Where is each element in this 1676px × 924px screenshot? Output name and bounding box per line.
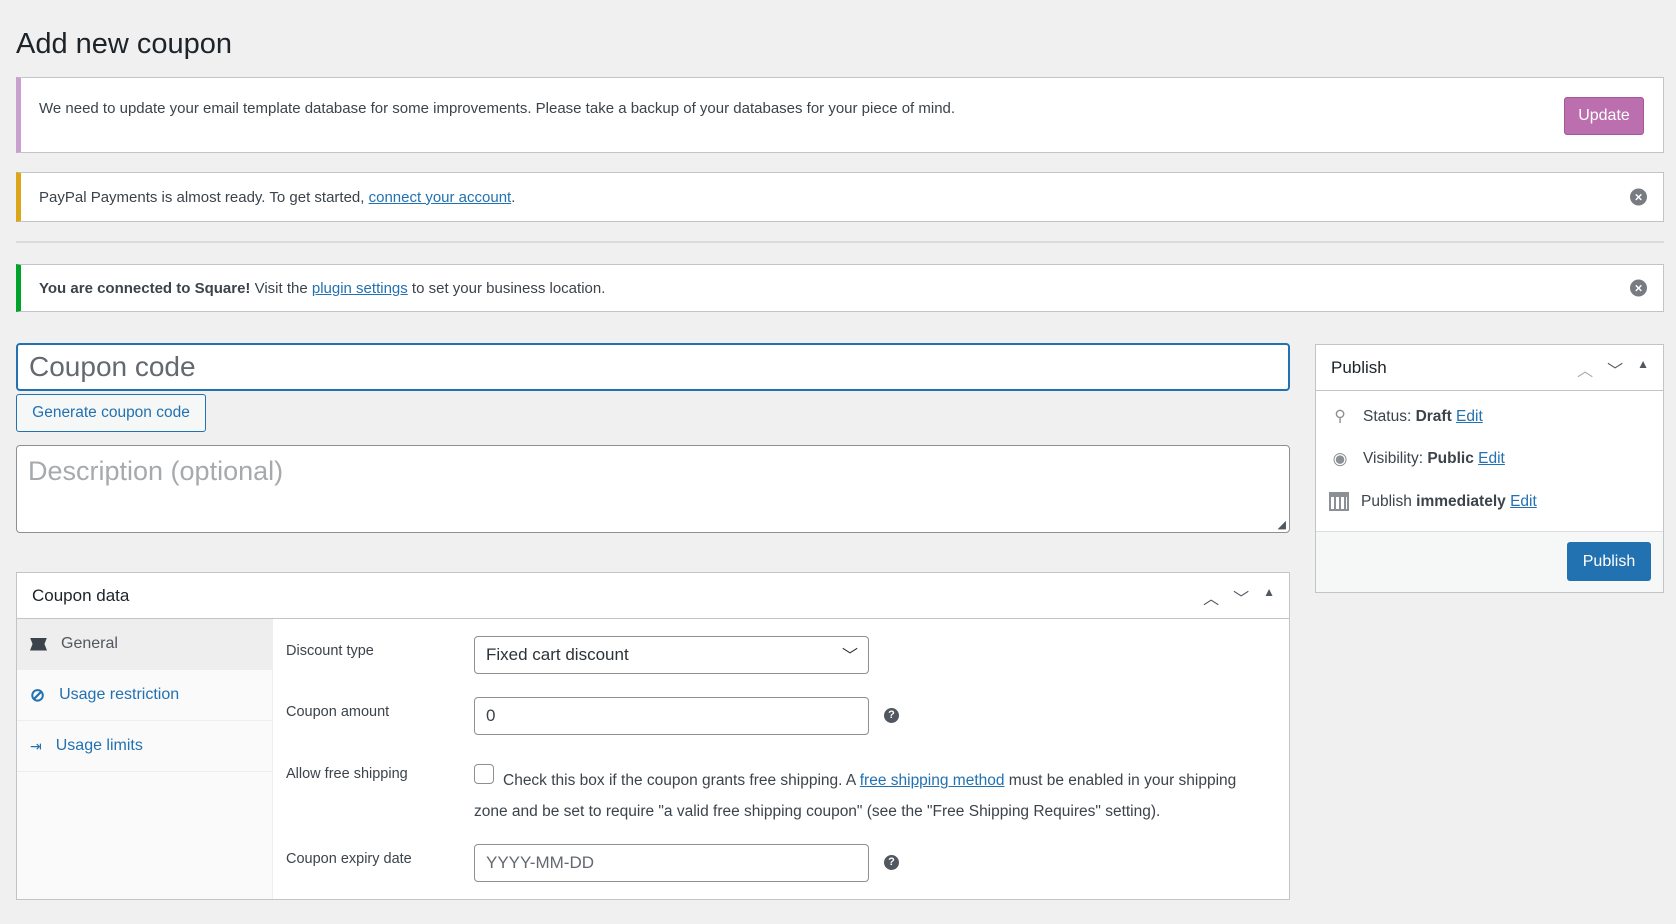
notice-text: PayPal Payments is almost ready. To get … — [39, 188, 516, 206]
coupon-code-input[interactable]: Coupon code — [16, 343, 1290, 391]
coupon-amount-input[interactable]: 0 — [474, 697, 869, 735]
help-icon[interactable]: ? — [884, 708, 899, 723]
square-notice: You are connected to Square! Visit the p… — [16, 264, 1664, 312]
discount-type-label: Discount type — [286, 643, 374, 659]
notice-text: We need to update your email template da… — [39, 100, 956, 117]
tab-general[interactable]: General — [17, 619, 272, 670]
panel-title: Coupon data — [32, 585, 130, 605]
expiry-date-label: Coupon expiry date — [286, 851, 412, 867]
visibility-row: ◉ Visibility: Public Edit — [1329, 449, 1505, 469]
separator — [16, 241, 1664, 243]
panel-title: Publish — [1331, 357, 1387, 377]
tab-usage-restriction[interactable]: ⊘ Usage restriction — [17, 670, 272, 721]
publish-header: Publish ︿ ﹀ ▲ — [1316, 345, 1663, 391]
description-textarea[interactable]: Description (optional) ◢ — [16, 445, 1290, 533]
calendar-icon — [1329, 492, 1349, 511]
toggle-panel-icon[interactable]: ▲ — [1637, 357, 1649, 381]
edit-status-link[interactable]: Edit — [1456, 408, 1483, 425]
status-row: ⚲ Status: Draft Edit — [1329, 407, 1483, 426]
chevron-down-icon: ﹀ — [841, 648, 858, 665]
page-title: Add new coupon — [16, 28, 233, 60]
eye-icon: ◉ — [1332, 449, 1348, 468]
move-down-icon[interactable]: ﹀ — [1233, 585, 1249, 609]
arrows-in-icon: ⇥ — [30, 737, 42, 754]
ticket-icon — [30, 637, 47, 651]
paypal-notice: PayPal Payments is almost ready. To get … — [16, 172, 1664, 222]
connect-account-link[interactable]: connect your account — [369, 189, 512, 206]
update-button[interactable]: Update — [1564, 97, 1644, 135]
publish-button[interactable]: Publish — [1567, 542, 1651, 581]
free-shipping-label: Allow free shipping — [286, 766, 408, 782]
help-icon[interactable]: ? — [884, 855, 899, 870]
move-up-icon[interactable]: ︿ — [1577, 357, 1593, 381]
notice-text: You are connected to Square! Visit the p… — [39, 279, 606, 297]
discount-type-select[interactable]: Fixed cart discount ﹀ — [474, 636, 869, 674]
dismiss-icon[interactable]: × — [1630, 279, 1647, 297]
coupon-data-header: Coupon data ︿ ﹀ ▲ — [17, 573, 1289, 619]
move-up-icon[interactable]: ︿ — [1203, 585, 1219, 609]
resize-handle-icon[interactable]: ◢ — [1278, 518, 1286, 531]
coupon-data-tabs: General ⊘ Usage restriction ⇥ Usage limits — [17, 619, 273, 899]
toggle-panel-icon[interactable]: ▲ — [1263, 585, 1275, 609]
expiry-date-input[interactable]: YYYY-MM-DD — [474, 844, 869, 882]
coupon-amount-label: Coupon amount — [286, 704, 390, 720]
move-down-icon[interactable]: ﹀ — [1607, 357, 1623, 381]
pin-icon: ⚲ — [1334, 408, 1346, 425]
dismiss-icon[interactable]: × — [1630, 188, 1647, 206]
ban-icon: ⊘ — [30, 684, 46, 705]
edit-visibility-link[interactable]: Edit — [1478, 450, 1505, 467]
edit-schedule-link[interactable]: Edit — [1510, 493, 1537, 510]
publish-panel: Publish ︿ ﹀ ▲ ⚲ Status: Draft Edit ◉ Visibil… — [1315, 344, 1664, 593]
free-shipping-description: Check this box if the coupon grants free… — [474, 772, 1237, 820]
schedule-row: Publish immediately Edit — [1329, 492, 1537, 511]
publish-actions: Publish — [1316, 531, 1663, 592]
email-update-notice: We need to update your email template da… — [16, 77, 1664, 153]
plugin-settings-link[interactable]: plugin settings — [312, 280, 408, 297]
generate-coupon-code-button[interactable]: Generate coupon code — [16, 394, 206, 432]
free-shipping-method-link[interactable]: free shipping method — [860, 772, 1005, 789]
tab-usage-limits[interactable]: ⇥ Usage limits — [17, 721, 272, 772]
